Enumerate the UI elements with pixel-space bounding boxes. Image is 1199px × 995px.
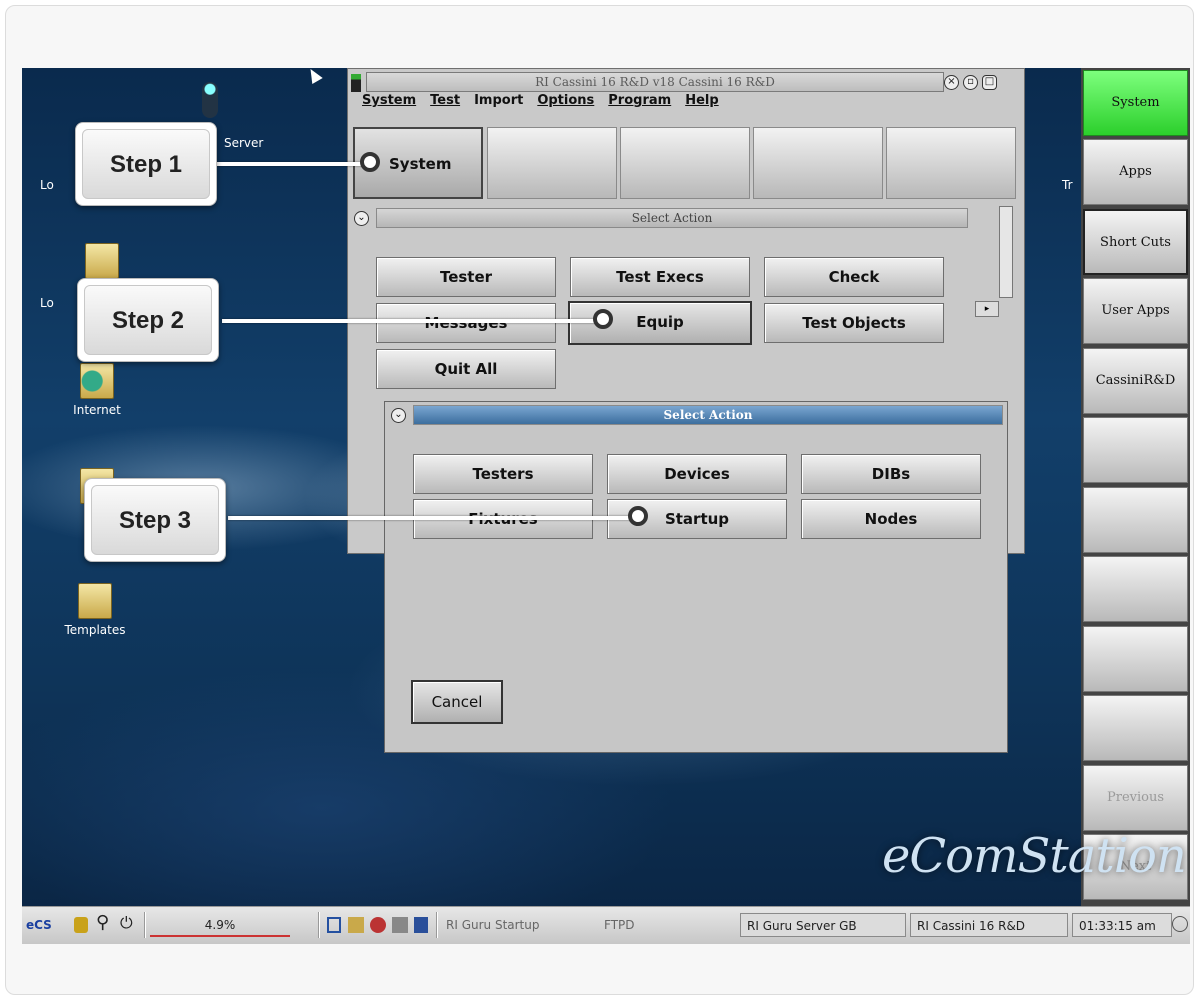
task-cassini[interactable]: RI Cassini 16 R&D	[910, 913, 1068, 937]
books-icon[interactable]	[414, 917, 428, 933]
step-1-callout: Step 1	[75, 122, 217, 206]
menu-system[interactable]: System	[362, 93, 416, 108]
step-1-label: Step 1	[82, 129, 210, 199]
partial-icon-label: Tr	[1062, 178, 1073, 192]
internet-folder-icon	[80, 363, 114, 399]
desktop-icon-templates[interactable]: Templates	[50, 583, 140, 637]
maximize-icon[interactable]: □	[982, 75, 997, 90]
test-objects-button[interactable]: Test Objects	[764, 303, 944, 343]
menu-test[interactable]: Test	[430, 93, 460, 108]
taskbar: eCS ⚲ ⏻ 4.9% RI Guru Startup FTPD RI Gur…	[22, 906, 1190, 944]
search-icon[interactable]: ⚲	[96, 911, 109, 935]
taskbar-separator	[318, 912, 320, 938]
partial-icon-label: Lo	[40, 178, 54, 192]
start-button[interactable]: eCS	[26, 913, 52, 937]
tile-label: System	[389, 155, 452, 173]
step-3-callout: Step 3	[84, 478, 226, 562]
minimize-icon[interactable]: ▫	[963, 75, 978, 90]
panel-empty-button[interactable]	[1083, 487, 1188, 553]
panel-shortcuts-button[interactable]: Short Cuts	[1083, 209, 1188, 275]
panel-empty-button[interactable]	[1083, 626, 1188, 692]
tile-empty[interactable]	[620, 127, 750, 199]
cancel-button[interactable]: Cancel	[411, 680, 503, 724]
drives-icon[interactable]	[392, 917, 408, 933]
taskbar-separator	[144, 912, 146, 938]
step-3-label: Step 3	[91, 485, 219, 555]
network-icon[interactable]	[348, 917, 364, 933]
lock-icon[interactable]	[74, 917, 88, 933]
panel-system-button[interactable]: System	[1083, 70, 1188, 136]
help-icon[interactable]	[1172, 916, 1188, 932]
tile-empty[interactable]	[487, 127, 617, 199]
launcher-panel: System Apps Short Cuts User Apps Cassini…	[1081, 68, 1190, 906]
tile-empty[interactable]	[753, 127, 883, 199]
devices-button[interactable]: Devices	[607, 454, 787, 494]
desktop-icon-internet[interactable]: Internet	[52, 363, 142, 417]
pane-title: Select Action	[376, 208, 968, 228]
close-icon[interactable]: ×	[944, 75, 959, 90]
tile-empty[interactable]	[886, 127, 1016, 199]
step-2-label: Step 2	[84, 285, 212, 355]
menu-options[interactable]: Options	[537, 93, 594, 108]
chevron-down-icon[interactable]: ⌄	[354, 211, 369, 226]
server-icon	[202, 82, 218, 118]
tester-button[interactable]: Tester	[376, 257, 556, 297]
tools-icon[interactable]	[370, 917, 386, 933]
panel-empty-button[interactable]	[1083, 417, 1188, 483]
task-guru-server[interactable]: RI Guru Server GB	[740, 913, 906, 937]
dibs-button[interactable]: DIBs	[801, 454, 981, 494]
mouse-cursor-icon	[305, 68, 323, 85]
scroll-right-button[interactable]: ▸	[975, 301, 999, 317]
check-button[interactable]: Check	[764, 257, 944, 297]
chevron-down-icon[interactable]: ⌄	[391, 408, 406, 423]
cpu-meter: 4.9%	[150, 913, 290, 937]
step-2-callout: Step 2	[77, 278, 219, 362]
callout-dot	[593, 309, 613, 329]
internet-label: Internet	[73, 403, 121, 417]
callout-line	[215, 162, 370, 166]
nodes-button[interactable]: Nodes	[801, 499, 981, 539]
server-label: Server	[224, 136, 264, 150]
testers-button[interactable]: Testers	[413, 454, 593, 494]
callout-line	[222, 319, 604, 323]
menu-program[interactable]: Program	[608, 93, 671, 108]
task-guru-startup[interactable]: RI Guru Startup	[446, 913, 540, 937]
test-execs-button[interactable]: Test Execs	[570, 257, 750, 297]
panel-user-apps-button[interactable]: User Apps	[1083, 278, 1188, 344]
menu-import[interactable]: Import	[474, 93, 523, 108]
network-folder-icon	[85, 243, 119, 279]
messages-button[interactable]: Messages	[376, 303, 556, 343]
panel-apps-button[interactable]: Apps	[1083, 139, 1188, 205]
templates-folder-icon	[78, 583, 112, 619]
app-icon	[351, 74, 361, 92]
panel-previous-button[interactable]: Previous	[1083, 765, 1188, 831]
callout-dot	[628, 506, 648, 526]
task-ftpd[interactable]: FTPD	[604, 913, 635, 937]
ecomstation-logo: eComStation	[882, 828, 1187, 884]
vertical-scrollbar[interactable]	[999, 206, 1013, 298]
desktop-icon-network[interactable]	[57, 243, 147, 283]
select-action-dialog: ⌄ Select Action Testers Devices DIBs Fix…	[384, 401, 1008, 753]
templates-label: Templates	[64, 623, 126, 637]
menu-bar: System Test Import Options Program Help	[362, 93, 719, 108]
window-list-icon[interactable]	[327, 917, 341, 933]
callout-line	[228, 516, 638, 520]
desktop-icon-server[interactable]: Server	[162, 82, 272, 150]
clock: 01:33:15 am	[1072, 913, 1172, 937]
panel-empty-button[interactable]	[1083, 695, 1188, 761]
dialog-title: Select Action	[413, 405, 1003, 425]
callout-dot	[360, 152, 380, 172]
menu-help[interactable]: Help	[685, 93, 718, 108]
panel-empty-button[interactable]	[1083, 556, 1188, 622]
quit-all-button[interactable]: Quit All	[376, 349, 556, 389]
panel-cassini-button[interactable]: CassiniR&D	[1083, 348, 1188, 414]
power-icon[interactable]: ⏻	[120, 911, 133, 935]
partial-icon-label: Lo	[40, 296, 54, 310]
window-title: RI Cassini 16 R&D v18 Cassini 16 R&D	[366, 72, 944, 92]
taskbar-separator	[436, 912, 438, 938]
